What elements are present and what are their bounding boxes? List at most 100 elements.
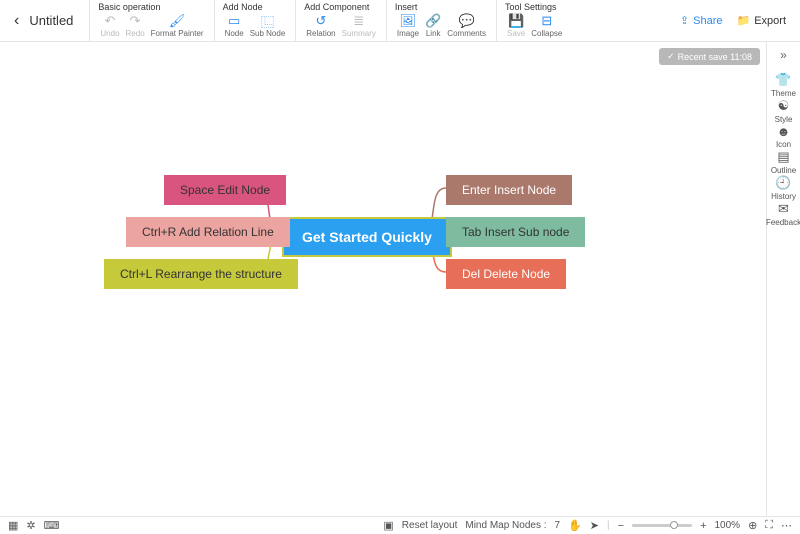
toolbar-group-label: Basic operation xyxy=(98,2,205,12)
history-icon: 🕘 xyxy=(775,175,791,191)
toolbar-group: Add Component↺Relation≣Summary xyxy=(295,0,386,41)
export-button[interactable]: 📁Export xyxy=(737,14,787,27)
export-icon: 📁 xyxy=(737,14,751,27)
rail-style-button[interactable]: ☯Style xyxy=(766,98,800,124)
share-label: Share xyxy=(693,15,722,27)
feedback-icon: ✉ xyxy=(778,201,789,217)
right-rail: » 👕Theme☯Style☻Icon▤Outline🕘History✉Feed… xyxy=(766,42,800,516)
rail-feedback-button[interactable]: ✉Feedback xyxy=(766,201,800,227)
style-icon: ☯ xyxy=(778,98,790,114)
toolbar-item-label: Redo xyxy=(126,29,145,38)
node-icon: ▭ xyxy=(228,13,240,29)
rail-item-label: Style xyxy=(775,115,793,124)
fullscreen-icon[interactable]: ⛶ xyxy=(765,519,773,532)
sub-node-icon: ⿺ xyxy=(261,13,274,29)
collapse-icon: ⊟ xyxy=(541,13,552,29)
zoom-slider[interactable] xyxy=(632,524,692,527)
toolbar: Basic operation↶Undo↷Redo🖌Format Painter… xyxy=(89,0,572,41)
mindmap-node[interactable]: Del Delete Node xyxy=(446,259,566,289)
theme-icon: 👕 xyxy=(775,72,791,88)
toolbar-group-label: Insert xyxy=(395,2,488,12)
toolbar-item-label: Collapse xyxy=(531,29,562,38)
back-button[interactable]: ‹ xyxy=(8,12,25,30)
document-title[interactable]: Untitled xyxy=(29,13,73,28)
canvas[interactable]: ✓Recent save 11:08 Get Started Quickly Sp… xyxy=(0,42,766,516)
comments-icon: 💬 xyxy=(459,13,475,29)
reset-layout-button[interactable]: Reset layout xyxy=(402,520,458,531)
toolbar-item-label: Node xyxy=(225,29,244,38)
toolbar-undo-button: ↶Undo xyxy=(98,13,121,38)
rail-outline-button[interactable]: ▤Outline xyxy=(766,149,800,175)
toolbar-image-button[interactable]: 🖼Image xyxy=(395,13,421,38)
export-label: Export xyxy=(754,15,786,27)
toolbar-item-label: Format Painter xyxy=(151,29,204,38)
toolbar-node-button[interactable]: ▭Node xyxy=(223,13,246,38)
toolbar-summary-button: ≣Summary xyxy=(340,13,378,38)
nodes-label: Mind Map Nodes : xyxy=(465,520,546,531)
mindmap-node[interactable]: Space Edit Node xyxy=(164,175,286,205)
mindmap-node[interactable]: Enter Insert Node xyxy=(446,175,572,205)
rail-collapse-icon[interactable]: » xyxy=(780,48,787,62)
statusbar-right: ▣ Reset layout Mind Map Nodes : 7 ✋ ➤ | … xyxy=(383,519,792,532)
icon-icon: ☻ xyxy=(777,124,791,139)
rail-icon-button[interactable]: ☻Icon xyxy=(766,124,800,149)
toolbar-link-button[interactable]: 🔗Link xyxy=(423,13,443,38)
toolbar-relation-button[interactable]: ↺Relation xyxy=(304,13,337,38)
mindmap-node[interactable]: Get Started Quickly xyxy=(282,217,452,257)
zoom-value: 100% xyxy=(715,520,741,531)
rail-item-label: Theme xyxy=(771,89,796,98)
check-icon: ✓ xyxy=(667,51,675,62)
zoom-thumb[interactable] xyxy=(670,521,678,529)
toolbar-comments-button[interactable]: 💬Comments xyxy=(445,13,488,38)
toolbar-item-label: Link xyxy=(426,29,441,38)
autosave-text: Recent save 11:08 xyxy=(678,52,752,62)
toolbar-redo-button: ↷Redo xyxy=(124,13,147,38)
topbar: ‹ Untitled Basic operation↶Undo↷Redo🖌For… xyxy=(0,0,800,42)
toolbar-item-label: Relation xyxy=(306,29,335,38)
autosave-badge: ✓Recent save 11:08 xyxy=(659,48,760,65)
share-button[interactable]: ⇪ Share xyxy=(680,14,723,27)
reset-layout-icon[interactable]: ▣ xyxy=(383,519,393,532)
rail-item-label: Feedback xyxy=(766,218,800,227)
zoom-in-button[interactable]: + xyxy=(700,520,706,532)
statusbar-icon[interactable]: ✲ xyxy=(26,519,35,532)
redo-icon: ↷ xyxy=(130,13,141,29)
mindmap-node[interactable]: Ctrl+R Add Relation Line xyxy=(126,217,290,247)
summary-icon: ≣ xyxy=(353,13,364,29)
toolbar-save-button: 💾Save xyxy=(505,13,527,38)
toolbar-group: Tool Settings💾Save⊟Collapse xyxy=(496,0,572,41)
toolbar-item-label: Sub Node xyxy=(250,29,286,38)
toolbar-item-label: Save xyxy=(507,29,525,38)
statusbar-icon[interactable]: ⌨ xyxy=(44,519,60,532)
toolbar-item-label: Comments xyxy=(447,29,486,38)
toolbar-group-label: Add Component xyxy=(304,2,378,12)
save-icon: 💾 xyxy=(508,13,524,29)
statusbar-left: ▦ ✲ ⌨ xyxy=(8,519,60,532)
topbar-right: ⇪ Share 📁Export xyxy=(680,14,792,27)
fit-icon[interactable]: ⊕ xyxy=(748,519,757,532)
zoom-out-button[interactable]: − xyxy=(618,520,624,532)
link-icon: 🔗 xyxy=(425,13,441,29)
format-painter-icon: 🖌 xyxy=(169,13,186,29)
outline-icon: ▤ xyxy=(777,149,789,165)
more-icon[interactable]: ⋯ xyxy=(781,519,792,532)
toolbar-item-label: Summary xyxy=(342,29,376,38)
rail-theme-button[interactable]: 👕Theme xyxy=(766,72,800,98)
statusbar-icon[interactable]: ▦ xyxy=(8,519,18,532)
image-icon: 🖼 xyxy=(400,13,417,29)
nodes-count: 7 xyxy=(555,520,561,531)
hand-icon[interactable]: ✋ xyxy=(568,519,582,532)
rail-history-button[interactable]: 🕘History xyxy=(766,175,800,201)
cursor-icon[interactable]: ➤ xyxy=(590,519,599,532)
relation-icon: ↺ xyxy=(316,13,327,29)
toolbar-group-label: Add Node xyxy=(223,2,288,12)
toolbar-collapse-button[interactable]: ⊟Collapse xyxy=(529,13,564,38)
toolbar-sub-node-button[interactable]: ⿺Sub Node xyxy=(248,13,288,38)
toolbar-item-label: Undo xyxy=(100,29,119,38)
share-icon: ⇪ xyxy=(680,14,689,27)
toolbar-format-painter-button[interactable]: 🖌Format Painter xyxy=(149,13,206,38)
mindmap-node[interactable]: Tab Insert Sub node xyxy=(446,217,585,247)
statusbar: ▦ ✲ ⌨ ▣ Reset layout Mind Map Nodes : 7 ✋ … xyxy=(0,516,800,534)
toolbar-group: Insert🖼Image🔗Link💬Comments xyxy=(386,0,496,41)
mindmap-node[interactable]: Ctrl+L Rearrange the structure xyxy=(104,259,298,289)
